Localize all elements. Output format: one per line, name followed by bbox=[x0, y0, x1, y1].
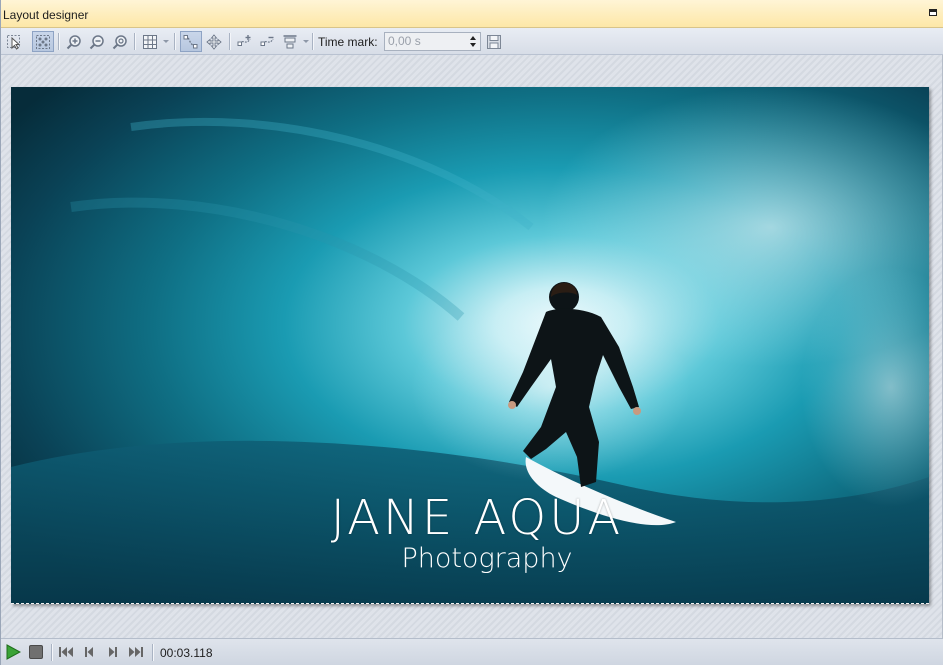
select-tool-icon bbox=[7, 34, 21, 50]
grid-button[interactable] bbox=[139, 31, 161, 52]
zoom-in-button[interactable] bbox=[63, 31, 85, 52]
previous-button[interactable] bbox=[81, 644, 97, 660]
last-button[interactable] bbox=[128, 644, 144, 660]
zoom-out-icon bbox=[89, 34, 104, 49]
current-timecode: 00:03.118 bbox=[160, 646, 213, 660]
toolbar-separator bbox=[134, 33, 136, 50]
add-keyframe-button[interactable] bbox=[234, 31, 256, 52]
time-mark-label: Time mark: bbox=[318, 35, 378, 49]
transport-separator bbox=[152, 644, 154, 661]
save-icon bbox=[487, 34, 501, 49]
step-back-icon bbox=[85, 647, 93, 657]
grid-dropdown-arrow[interactable] bbox=[163, 40, 169, 43]
zoom-in-icon bbox=[66, 34, 81, 49]
zoom-fit-icon bbox=[112, 34, 127, 49]
layout-designer-window: Layout designer Time mark: 0,00 s JANE A… bbox=[0, 0, 943, 665]
skip-to-start-icon bbox=[59, 647, 73, 657]
align-dropdown-arrow[interactable] bbox=[303, 40, 309, 43]
maximize-icon[interactable] bbox=[929, 9, 937, 16]
align-button[interactable] bbox=[279, 31, 301, 52]
toolbar-separator bbox=[312, 33, 314, 50]
step-forward-icon bbox=[109, 647, 117, 657]
time-mark-input[interactable]: 0,00 s bbox=[384, 32, 481, 51]
spin-up-icon[interactable] bbox=[470, 36, 476, 40]
toolbar-separator bbox=[229, 33, 231, 50]
stop-icon bbox=[29, 645, 43, 659]
select-tool-button[interactable] bbox=[3, 31, 25, 52]
logo-title: JANE AQUA bbox=[330, 490, 624, 546]
skip-to-end-icon bbox=[129, 647, 143, 657]
zoom-out-button[interactable] bbox=[86, 31, 108, 52]
grid-icon bbox=[143, 34, 157, 49]
logo-subtitle: Photography bbox=[401, 543, 573, 574]
animation-path-icon bbox=[183, 34, 198, 48]
window-title: Layout designer bbox=[3, 8, 89, 22]
first-button[interactable] bbox=[58, 644, 74, 660]
toolbar-separator bbox=[58, 33, 60, 50]
transport-bar: 00:03.118 bbox=[1, 638, 943, 665]
next-button[interactable] bbox=[105, 644, 121, 660]
align-icon bbox=[283, 34, 297, 48]
time-mark-value: 0,00 s bbox=[388, 34, 421, 48]
time-mark-spinner[interactable] bbox=[467, 34, 479, 49]
multi-select-icon bbox=[36, 34, 50, 49]
toolbar-separator bbox=[174, 33, 176, 50]
animation-path-button[interactable] bbox=[180, 31, 202, 52]
move-button[interactable] bbox=[203, 31, 225, 52]
transport-separator bbox=[51, 644, 53, 661]
remove-keyframe-icon bbox=[260, 36, 274, 46]
play-icon bbox=[6, 644, 21, 660]
play-button[interactable] bbox=[5, 644, 21, 660]
design-stage: JANE AQUA Photography bbox=[1, 55, 943, 638]
slide-canvas[interactable]: JANE AQUA Photography bbox=[11, 87, 929, 604]
toolbar: Time mark: 0,00 s bbox=[1, 28, 943, 55]
multi-select-button[interactable] bbox=[32, 31, 54, 52]
zoom-fit-button[interactable] bbox=[109, 31, 131, 52]
logo-text[interactable]: JANE AQUA Photography bbox=[317, 492, 637, 574]
spin-down-icon[interactable] bbox=[470, 43, 476, 47]
remove-keyframe-button[interactable] bbox=[257, 31, 279, 52]
add-keyframe-icon bbox=[237, 34, 251, 46]
move-icon bbox=[206, 33, 222, 50]
title-bar: Layout designer bbox=[1, 0, 943, 28]
stop-button[interactable] bbox=[28, 644, 44, 660]
save-button[interactable] bbox=[483, 31, 505, 52]
